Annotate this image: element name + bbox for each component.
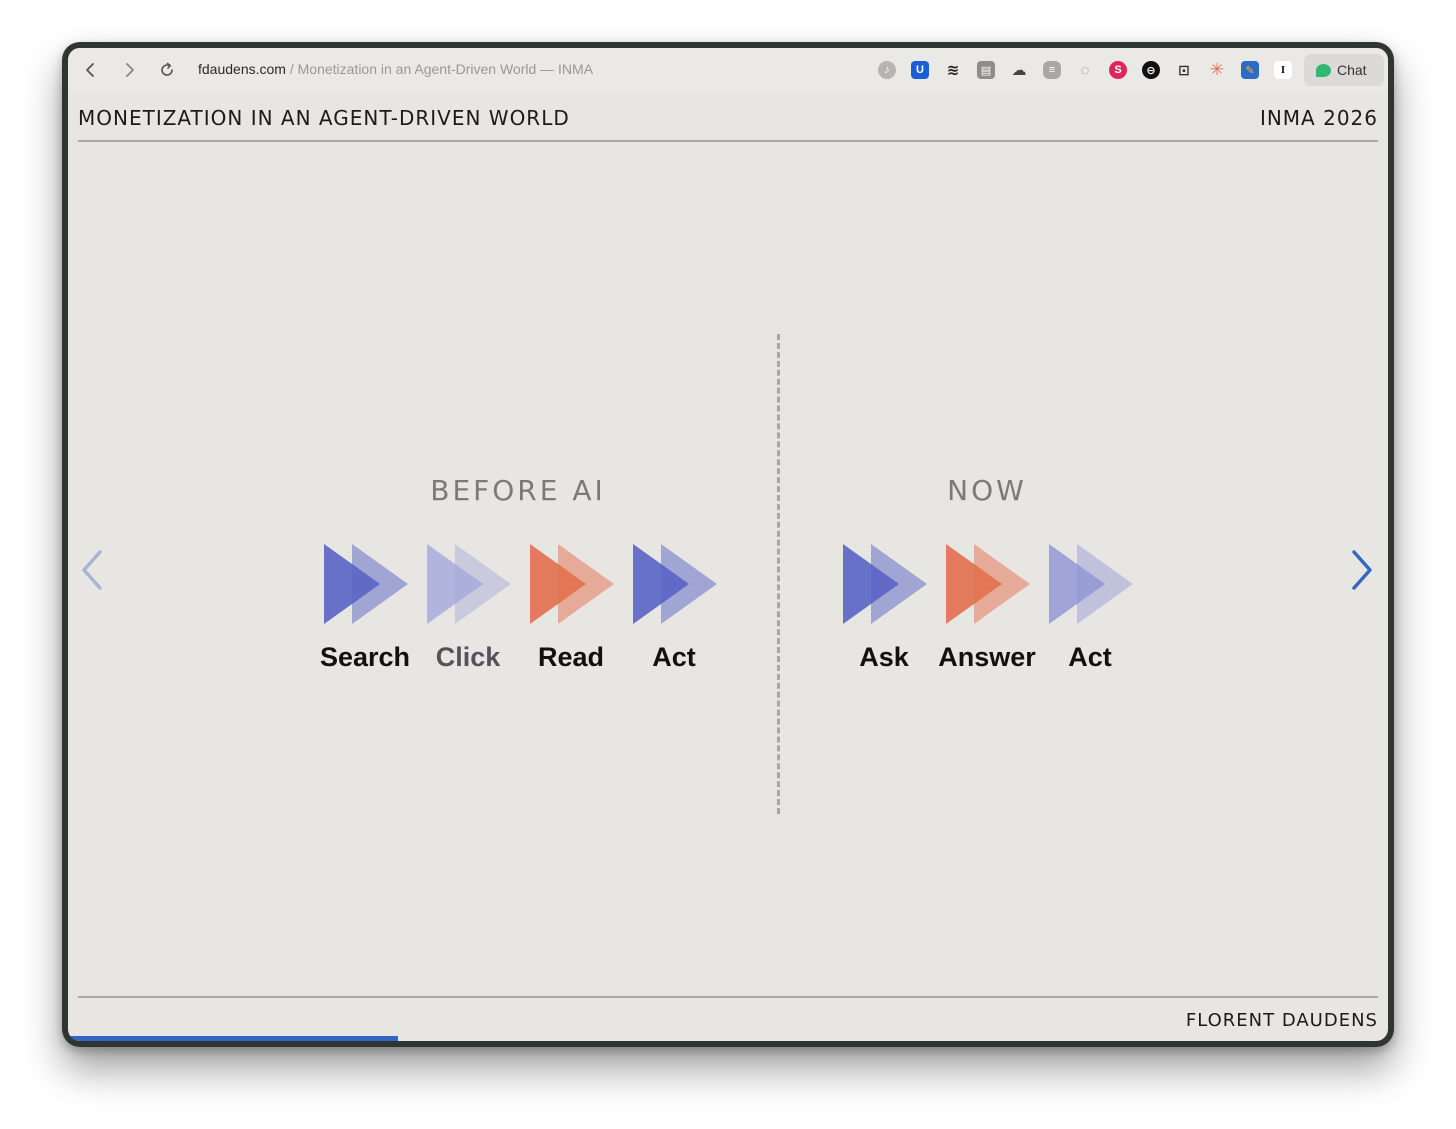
now-step: Act bbox=[1035, 542, 1145, 682]
step-label: Act bbox=[1068, 642, 1112, 672]
browser-window: fdaudens.com / Monetization in an Agent-… bbox=[62, 42, 1394, 1047]
reload-icon bbox=[161, 62, 173, 76]
chat-bubble-icon bbox=[1316, 63, 1331, 77]
url-host: fdaudens.com bbox=[198, 61, 286, 77]
chat-button[interactable]: Chat bbox=[1304, 54, 1384, 86]
step-label: Click bbox=[435, 642, 501, 672]
pencil-ext-icon[interactable]: ✎ bbox=[1241, 61, 1259, 79]
chevron-left-icon bbox=[86, 63, 94, 77]
header-divider bbox=[78, 140, 1378, 142]
now-step: Ask bbox=[829, 542, 939, 682]
back-button[interactable] bbox=[80, 59, 102, 81]
browser-toolbar: fdaudens.com / Monetization in an Agent-… bbox=[68, 48, 1388, 92]
author-name: FLORENT DAUDENS bbox=[1185, 1010, 1378, 1031]
chat-label: Chat bbox=[1337, 62, 1367, 78]
now-step: Answer bbox=[932, 542, 1042, 682]
instapaper-icon[interactable]: I bbox=[1274, 61, 1292, 79]
music-ext-icon[interactable]: ♪ bbox=[878, 61, 896, 79]
before-step: Search bbox=[310, 542, 420, 682]
url-path: Monetization in an Agent-Driven World — … bbox=[297, 61, 594, 77]
slide-event: INMA 2026 bbox=[1259, 106, 1378, 130]
address-bar[interactable]: fdaudens.com / Monetization in an Agent-… bbox=[198, 61, 593, 77]
copy-ext-icon[interactable]: ▤ bbox=[977, 61, 995, 79]
double-arrow-icon bbox=[427, 544, 511, 624]
reload-button[interactable] bbox=[156, 59, 178, 81]
before-step: Read bbox=[516, 542, 626, 682]
before-step: Act bbox=[619, 542, 729, 682]
chevron-right-icon bbox=[126, 63, 134, 77]
stack-ext-icon[interactable]: ≡ bbox=[1043, 61, 1061, 79]
next-slide-button[interactable] bbox=[1344, 548, 1378, 592]
double-arrow-icon bbox=[530, 544, 614, 624]
step-label: Answer bbox=[938, 642, 1036, 672]
chevron-right-icon bbox=[1352, 550, 1372, 590]
double-arrow-icon bbox=[946, 544, 1030, 624]
step-label: Act bbox=[652, 642, 696, 672]
sparkle-ext-icon[interactable]: ✳ bbox=[1208, 60, 1226, 79]
double-arrow-icon bbox=[1049, 544, 1133, 624]
cloud-ext-icon[interactable]: ☁ bbox=[1010, 61, 1028, 79]
forward-button[interactable] bbox=[118, 59, 140, 81]
step-label: Ask bbox=[859, 642, 909, 672]
chevron-left-icon bbox=[82, 550, 102, 590]
double-arrow-icon bbox=[324, 544, 408, 624]
footer-divider bbox=[78, 996, 1378, 998]
step-label: Read bbox=[537, 642, 605, 672]
brain-ext-icon[interactable]: ◌ bbox=[1076, 61, 1094, 79]
record-ext-icon[interactable]: ⊖ bbox=[1142, 61, 1160, 79]
before-step: Click bbox=[413, 542, 523, 682]
now-heading: NOW bbox=[947, 474, 1027, 507]
bitwarden-icon[interactable]: U bbox=[911, 61, 929, 79]
s-ext-icon[interactable]: S bbox=[1109, 61, 1127, 79]
double-arrow-icon bbox=[843, 544, 927, 624]
robot-ext-icon[interactable]: ⊡ bbox=[1175, 61, 1193, 79]
double-arrow-icon bbox=[633, 544, 717, 624]
section-divider bbox=[777, 334, 780, 814]
before-heading: BEFORE AI bbox=[430, 474, 606, 507]
url-separator: / bbox=[285, 61, 298, 77]
browser-content: fdaudens.com / Monetization in an Agent-… bbox=[68, 48, 1388, 1041]
previous-slide-button[interactable] bbox=[76, 548, 110, 592]
slide-progress-bar bbox=[68, 1036, 398, 1041]
buffer-icon[interactable]: ≋ bbox=[944, 61, 962, 79]
step-label: Search bbox=[319, 642, 411, 672]
slide-title: MONETIZATION IN AN AGENT-DRIVEN WORLD bbox=[78, 106, 570, 130]
